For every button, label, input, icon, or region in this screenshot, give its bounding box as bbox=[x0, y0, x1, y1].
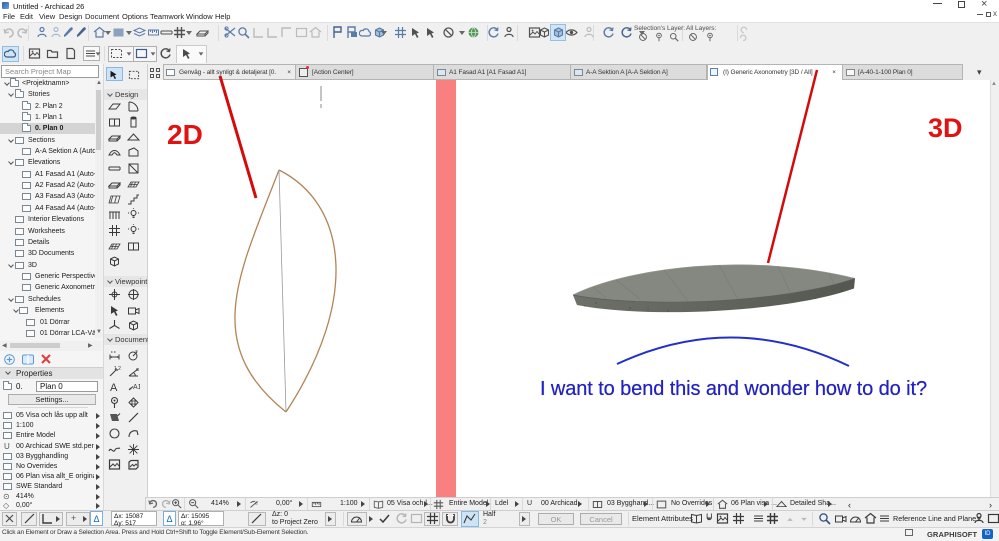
svg-text:1,2: 1,2 bbox=[114, 366, 121, 372]
svg-text:α: α bbox=[255, 500, 258, 505]
svg-text:A1: A1 bbox=[133, 384, 140, 391]
svg-text:α: α bbox=[136, 367, 139, 373]
svg-text:A: A bbox=[110, 382, 118, 393]
